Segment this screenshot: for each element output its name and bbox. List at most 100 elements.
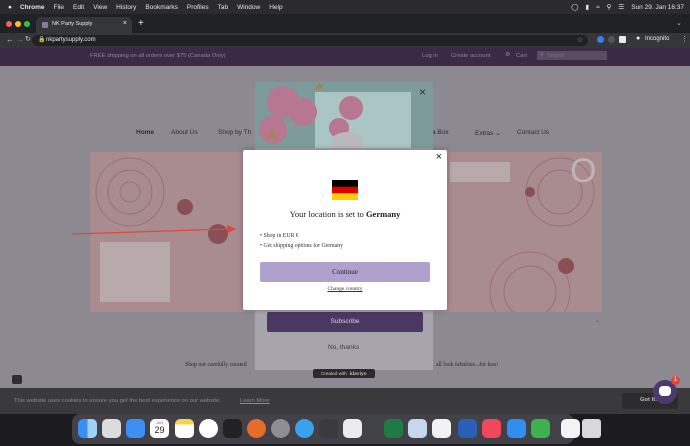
browser-tab[interactable]: NK Party Supply ×: [36, 17, 132, 33]
lock-icon: 🔒: [38, 37, 46, 43]
site-search-input[interactable]: [537, 51, 607, 60]
terminal-icon[interactable]: [223, 419, 242, 438]
chat-icon: [659, 386, 671, 396]
word-icon[interactable]: [458, 419, 477, 438]
app-icon[interactable]: [319, 419, 338, 438]
address-bar[interactable]: 🔒 nkpartysupply.com ☆: [32, 35, 588, 46]
tagline-left: Shop our carefully curated: [185, 362, 247, 368]
battery-icon[interactable]: ▮: [585, 3, 589, 11]
nav-contact[interactable]: Contact Us: [517, 129, 549, 136]
menu-file[interactable]: File: [54, 4, 64, 11]
notes-icon[interactable]: [175, 419, 194, 438]
reload-icon[interactable]: ↻: [25, 35, 31, 43]
login-link[interactable]: Log in: [422, 53, 438, 59]
status-icon[interactable]: ◯: [571, 3, 578, 11]
excel-icon[interactable]: [384, 419, 403, 438]
window-minimize-button[interactable]: [15, 21, 21, 27]
app-store-icon[interactable]: [507, 419, 526, 438]
nav-shop-by-theme[interactable]: Shop by Th: [218, 129, 251, 136]
create-account-link[interactable]: Create account: [451, 53, 490, 59]
newsletter-image: [255, 82, 433, 148]
no-thanks-link[interactable]: No, thanks: [328, 344, 359, 351]
control-center-icon[interactable]: ☰: [618, 3, 624, 11]
menu-edit[interactable]: Edit: [73, 4, 84, 11]
menu-help[interactable]: Help: [269, 4, 282, 11]
chrome-icon[interactable]: [199, 419, 218, 438]
bookmark-star-icon[interactable]: ☆: [577, 36, 583, 44]
change-country-link[interactable]: Change country: [243, 286, 447, 292]
tab-search-icon[interactable]: ⌄: [676, 19, 682, 27]
document-icon[interactable]: [561, 419, 580, 438]
mail-icon[interactable]: [126, 419, 145, 438]
trash-icon[interactable]: [582, 419, 601, 438]
bullet-shipping: Get shipping options for Germany: [263, 243, 344, 249]
extension-icon[interactable]: [619, 36, 626, 43]
cart-icon[interactable]: ⚙: [505, 52, 510, 58]
menu-history[interactable]: History: [116, 4, 136, 11]
numbers-icon[interactable]: [531, 419, 550, 438]
apple-menu-icon[interactable]: ●: [8, 4, 12, 11]
newsletter-close-icon[interactable]: ×: [419, 85, 426, 99]
window-close-button[interactable]: [6, 21, 12, 27]
carousel-arrow-icon[interactable]: ⌄: [595, 317, 600, 324]
extension-icon[interactable]: [597, 36, 604, 43]
chat-unread-badge: 1: [671, 376, 680, 385]
keynote-icon[interactable]: [408, 419, 427, 438]
menu-chrome[interactable]: Chrome: [20, 4, 45, 11]
klaviyo-badge[interactable]: Created with klaviyo: [313, 369, 375, 378]
nav-home[interactable]: Home: [136, 129, 154, 136]
promo-text: FREE shipping on all orders over $75 (Ca…: [90, 53, 226, 59]
preview-icon[interactable]: [343, 419, 362, 438]
photos-icon[interactable]: [432, 419, 451, 438]
modal-close-icon[interactable]: ×: [436, 151, 442, 163]
modal-bullets: • Shop in EUR € • Get shipping options f…: [260, 231, 343, 251]
bullet-item: • Get shipping options for Germany: [260, 243, 344, 249]
tab-close-icon[interactable]: ×: [123, 20, 127, 27]
badge-prefix: Created with: [321, 371, 347, 376]
balloons-image: [255, 82, 433, 148]
macos-menubar: ● Chrome File Edit View History Bookmark…: [0, 0, 690, 14]
cookie-learn-more-link[interactable]: Learn More: [240, 398, 270, 404]
subscribe-button[interactable]: Subscribe: [267, 312, 423, 332]
menubar-clock[interactable]: Sun 29. Jan 16:37: [631, 4, 684, 11]
menu-window[interactable]: Window: [237, 4, 260, 11]
tagline-right: all look fabulous...for less!: [436, 362, 499, 368]
modal-title: Your location is set to Germany: [243, 209, 447, 219]
menu-view[interactable]: View: [93, 4, 107, 11]
continue-label: Continue: [332, 268, 358, 276]
nav-extras[interactable]: Extras ⌄: [475, 129, 501, 137]
calendar-day: 29: [154, 425, 165, 435]
back-icon[interactable]: ←: [6, 35, 14, 44]
menu-profiles[interactable]: Profiles: [187, 4, 209, 11]
new-tab-button[interactable]: +: [138, 18, 144, 29]
favicon-icon: [42, 22, 48, 28]
incognito-label[interactable]: Incognito: [645, 36, 669, 42]
music-icon[interactable]: [482, 419, 501, 438]
wifi-icon[interactable]: ≈: [596, 4, 600, 11]
modal-title-prefix: Your location is set to: [289, 209, 366, 219]
window-zoom-button[interactable]: [24, 21, 30, 27]
finder-icon[interactable]: [78, 419, 97, 438]
continue-button[interactable]: Continue: [260, 262, 430, 282]
forward-icon[interactable]: →: [16, 35, 24, 44]
nav-party-in-a-box[interactable]: a Box: [432, 129, 449, 136]
launchpad-icon[interactable]: [102, 419, 121, 438]
firefox-icon[interactable]: [247, 419, 266, 438]
system-preferences-icon[interactable]: [271, 419, 290, 438]
safari-icon[interactable]: [295, 419, 314, 438]
nav-about[interactable]: About Us: [171, 129, 198, 136]
promo-bar: FREE shipping on all orders over $75 (Ca…: [0, 48, 690, 66]
menu-bookmarks[interactable]: Bookmarks: [145, 4, 178, 11]
annotation-arrow: [71, 225, 236, 235]
extension-icon[interactable]: [608, 36, 615, 43]
accessibility-widget-icon[interactable]: [12, 375, 22, 384]
more-menu-icon[interactable]: ⋮: [681, 35, 688, 43]
calendar-icon[interactable]: JAN 29: [150, 419, 169, 438]
menu-tab[interactable]: Tab: [218, 4, 228, 11]
search-icon[interactable]: ⚲: [607, 3, 612, 11]
cart-link[interactable]: Cart: [516, 53, 527, 59]
incognito-icon[interactable]: ●: [636, 35, 640, 42]
svg-text:O: O: [570, 152, 596, 190]
bullet-item: • Shop in EUR €: [260, 233, 299, 239]
klaviyo-logo: klaviyo: [350, 370, 367, 377]
